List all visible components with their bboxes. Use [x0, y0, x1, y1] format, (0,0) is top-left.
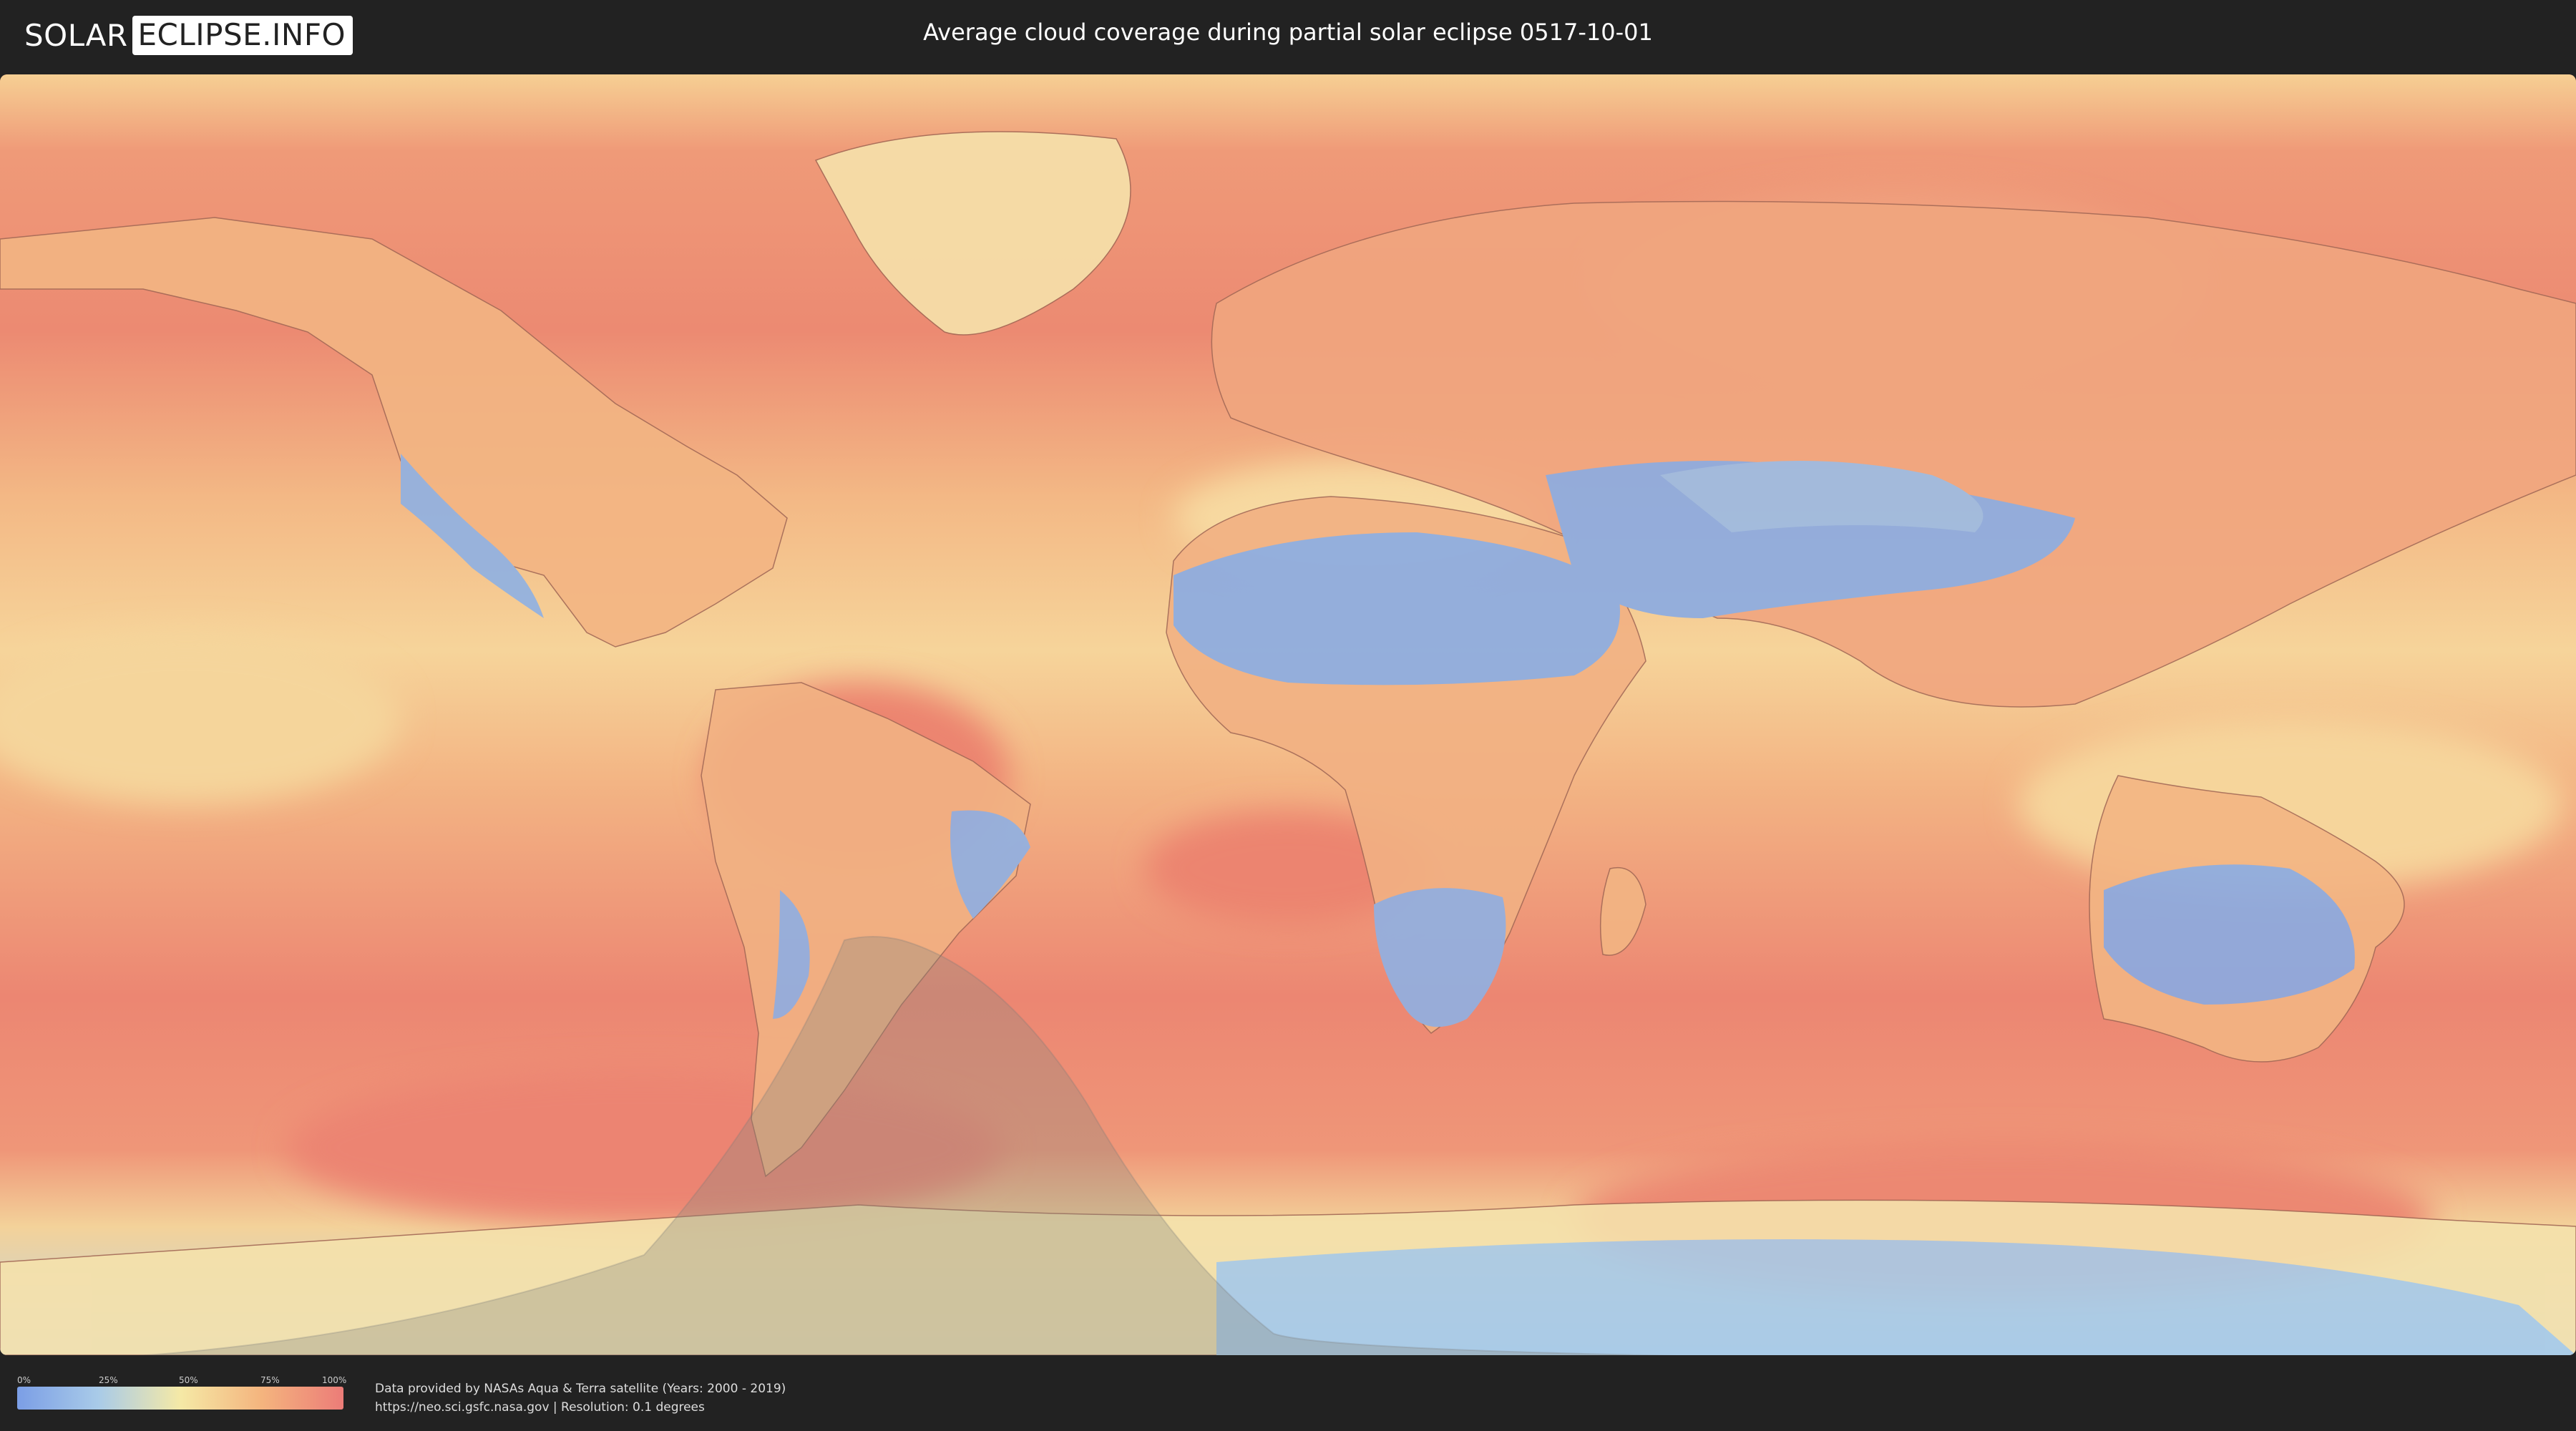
legend-tick-75: 75% [260, 1375, 280, 1385]
cloud-coverage-legend: 0% 25% 50% 75% 100% [17, 1375, 347, 1410]
credits-line-source: Data provided by NASAs Aqua & Terra sate… [375, 1382, 786, 1396]
legend-tick-100: 100% [322, 1375, 347, 1385]
legend-tick-0: 0% [17, 1375, 31, 1385]
data-credits: Data provided by NASAs Aqua & Terra sate… [375, 1379, 786, 1417]
world-map-svg [0, 74, 2576, 1355]
credits-line-url[interactable]: https://neo.sci.gsfc.nasa.gov | Resoluti… [375, 1398, 786, 1417]
legend-color-bar [17, 1387, 343, 1410]
legend-ticks: 0% 25% 50% 75% 100% [17, 1375, 347, 1387]
header-bar: SOLAR ECLIPSE.INFO Average cloud coverag… [0, 0, 2576, 72]
cloud-coverage-map [0, 74, 2576, 1355]
page-title: Average cloud coverage during partial so… [923, 19, 1653, 46]
legend-tick-50: 50% [179, 1375, 198, 1385]
legend-tick-25: 25% [99, 1375, 118, 1385]
